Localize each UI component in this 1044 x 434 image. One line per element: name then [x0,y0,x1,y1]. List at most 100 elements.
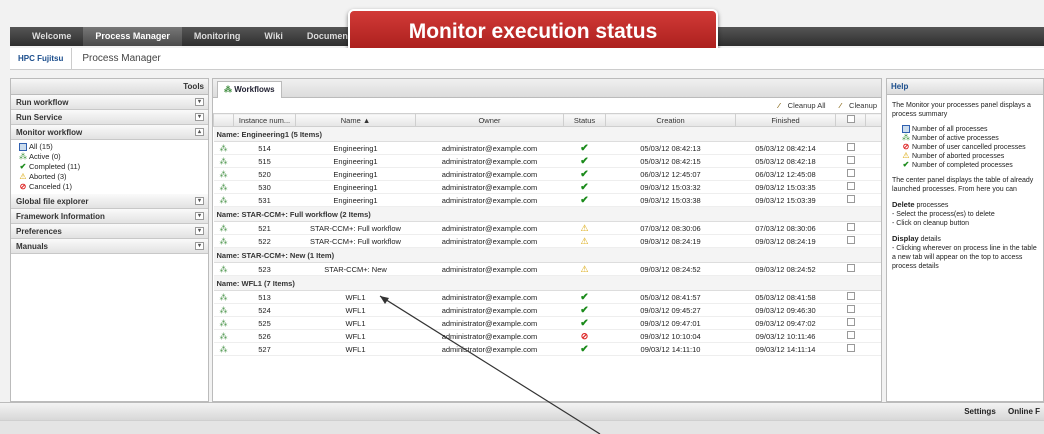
breadcrumb-root[interactable]: HPC Fujitsu [10,47,73,70]
section-label: Framework Information [16,212,105,221]
row-checkbox[interactable] [846,344,855,352]
completed-icon: ✔ [580,194,589,206]
settings-button[interactable]: Settings [964,407,996,416]
completed-icon: ✔ [580,155,589,167]
row-checkbox[interactable] [846,318,855,326]
row-checkbox[interactable] [846,195,855,203]
group-row[interactable]: Name: Engineering1 (5 Items) [213,126,881,142]
monitor-item-canceled[interactable]: ⊘ Canceled (1) [19,182,208,192]
cell-creation: 05/03/12 08:42:13 [605,141,736,155]
monitor-item-completed[interactable]: ✔ Completed (11) [19,162,208,172]
table-row[interactable]: ⁂ 526 WFL1 administrator@example.com ⊘ 09/03/… [213,329,881,343]
table-row[interactable]: ⁂ 527 WFL1 administrator@example.com ✔ 09/03/… [213,342,881,356]
row-checkbox[interactable] [846,331,855,339]
expand-icon[interactable]: ▾ [195,197,204,205]
expand-icon[interactable]: ▾ [195,212,204,220]
legend-aborted: ⚠ Number of aborted processes [892,152,1038,161]
table-row[interactable]: ⁂ 515 Engineering1 administrator@example.co… [213,154,881,168]
section-framework-information[interactable]: Framework Information ▾ [11,209,208,224]
collapse-icon[interactable]: ▴ [195,128,204,136]
table-row[interactable]: ⁂ 521 STAR-CCM+: Full workflow administrato… [213,221,881,235]
col-instance[interactable]: Instance num... [233,113,296,127]
row-checkbox[interactable] [846,223,855,231]
cleanup-all-button[interactable]: ⁄ Cleanup All [772,101,825,110]
row-checkbox[interactable] [846,305,855,313]
section-run-workflow[interactable]: Run workflow ▾ [11,95,208,110]
section-manuals[interactable]: Manuals ▾ [11,239,208,254]
cell-creation: 09/03/12 09:45:27 [605,303,736,317]
col-finished[interactable]: Finished [735,113,836,127]
cell-select [835,167,866,181]
row-checkbox[interactable] [846,156,855,164]
expand-icon[interactable]: ▾ [195,242,204,250]
table-row[interactable]: ⁂ 513 WFL1 administrator@example.com ✔ 05/03/… [213,290,881,304]
nav-process-manager[interactable]: Process Manager [83,27,182,46]
online-button[interactable]: Online F [1008,407,1040,416]
group-row[interactable]: Name: STAR-CCM+: Full workflow (2 Items) [213,206,881,222]
col-owner[interactable]: Owner [415,113,564,127]
cell-status: ✔ [563,180,606,194]
table-row[interactable]: ⁂ 520 Engineering1 administrator@example.co… [213,167,881,181]
cell-status: ✔ [563,316,606,330]
section-preferences[interactable]: Preferences ▾ [11,224,208,239]
row-checkbox[interactable] [846,169,855,177]
select-all-checkbox[interactable] [846,115,855,123]
table-row[interactable]: ⁂ 531 Engineering1 administrator@example.co… [213,193,881,207]
cell-icon: ⁂ [213,167,234,181]
workflow-icon: ⁂ [219,143,228,153]
col-status[interactable]: Status [563,113,606,127]
table-row[interactable]: ⁂ 524 WFL1 administrator@example.com ✔ 09/03/… [213,303,881,317]
nav-monitoring[interactable]: Monitoring [182,27,253,46]
group-row[interactable]: Name: WFL1 (7 Items) [213,275,881,291]
breadcrumb: HPC Fujitsu Process Manager [10,47,1044,70]
cell-finished: 09/03/12 10:11:46 [735,329,836,343]
section-monitor-workflow[interactable]: Monitor workflow ▴ [11,125,208,140]
cell-spacer [865,167,881,181]
section-label: Run Service [16,113,63,122]
expand-icon[interactable]: ▾ [195,98,204,106]
cell-name: Engineering1 [295,193,416,207]
nav-welcome[interactable]: Welcome [10,27,83,46]
table-row[interactable]: ⁂ 525 WFL1 administrator@example.com ✔ 09/03/… [213,316,881,330]
nav-wiki[interactable]: Wiki [252,27,294,46]
cell-name: Engineering1 [295,180,416,194]
monitor-item-all[interactable]: All (15) [19,142,208,152]
monitor-list: All (15) ⁂ Active (0) ✔ Completed (11) ⚠ Ab… [11,140,208,194]
col-creation[interactable]: Creation [605,113,736,127]
cell-instance: 524 [233,303,296,317]
cell-finished: 09/03/12 15:03:39 [735,193,836,207]
tools-title: Tools [11,79,208,95]
help-display-heading-rest: details [918,236,941,243]
expand-icon[interactable]: ▾ [195,113,204,121]
row-checkbox[interactable] [846,236,855,244]
table-row[interactable]: ⁂ 523 STAR-CCM+: New administrator@example.… [213,262,881,276]
col-name[interactable]: Name ▲ [295,113,416,127]
help-title: Help [887,79,1043,95]
cell-finished: 05/03/12 08:42:18 [735,154,836,168]
workflow-icon: ⁂ [219,305,228,315]
cell-status: ⚠ [563,221,606,235]
table-row[interactable]: ⁂ 514 Engineering1 administrator@example.co… [213,141,881,155]
table-row[interactable]: ⁂ 530 Engineering1 administrator@example.co… [213,180,881,194]
section-run-service[interactable]: Run Service ▾ [11,110,208,125]
expand-icon[interactable]: ▾ [195,227,204,235]
workflow-icon: ⁂ [219,182,228,192]
cleanup-button[interactable]: ⁄ Cleanup [834,101,877,110]
row-checkbox[interactable] [846,264,855,272]
table-row[interactable]: ⁂ 522 STAR-CCM+: Full workflow administrato… [213,234,881,248]
monitor-item-aborted[interactable]: ⚠ Aborted (3) [19,172,208,182]
help-panel: Help The Monitor your processes panel di… [886,78,1044,402]
cell-owner: administrator@example.com [415,221,564,235]
cell-status: ✔ [563,193,606,207]
row-checkbox[interactable] [846,143,855,151]
section-global-file-explorer[interactable]: Global file explorer ▾ [11,194,208,209]
col-select[interactable] [835,113,866,127]
workflow-icon: ⁂ [219,156,228,166]
monitor-item-active[interactable]: ⁂ Active (0) [19,152,208,162]
row-checkbox[interactable] [846,182,855,190]
row-checkbox[interactable] [846,292,855,300]
cell-instance: 520 [233,167,296,181]
group-row[interactable]: Name: STAR-CCM+: New (1 Item) [213,247,881,263]
cell-select [835,303,866,317]
tab-workflows[interactable]: ⁂ Workflows [217,81,282,98]
